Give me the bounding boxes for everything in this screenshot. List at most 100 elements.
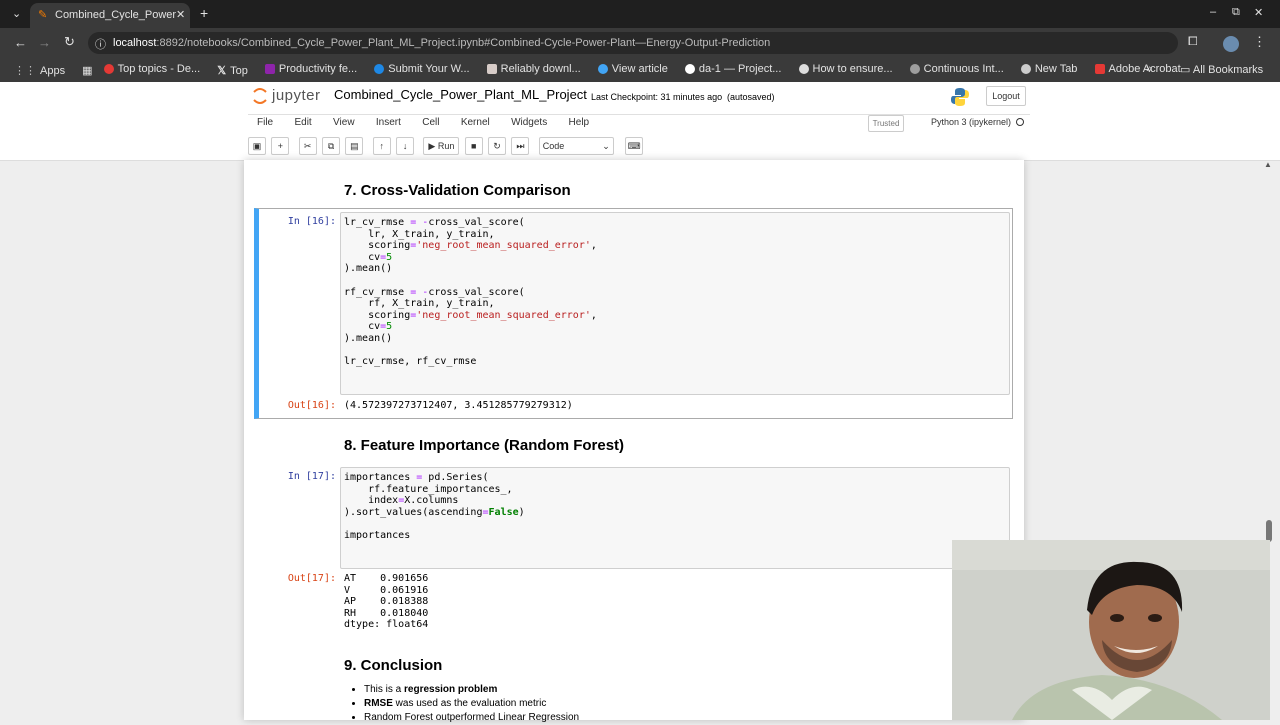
menu-cell[interactable]: Cell <box>422 114 439 132</box>
python-logo-icon <box>950 87 970 107</box>
acrobat-icon <box>1094 64 1105 74</box>
play-icon: ▶ <box>428 141 436 151</box>
bookmark-apps[interactable]: ⋮⋮ Apps <box>14 64 65 78</box>
kernel-name: Python 3 (ipykernel) <box>931 117 1012 127</box>
conclusion-list: This is a regression problem RMSE was us… <box>344 683 844 725</box>
bookmark-favicon-icon <box>684 64 695 74</box>
trusted-indicator[interactable]: Trusted <box>868 115 904 132</box>
notebook-name[interactable]: Combined_Cycle_Power_Plant_ML_Project <box>334 87 587 102</box>
bookmark-item[interactable]: New Tab <box>1020 63 1077 75</box>
x-logo-icon: 𝕏 <box>217 65 227 77</box>
bookmark-item[interactable]: Top topics - De... <box>103 63 200 75</box>
checkpoint-status: Last Checkpoint: 31 minutes ago <box>591 92 723 102</box>
code-editor[interactable]: lr_cv_rmse = -cross_val_score( lr, X_tra… <box>340 212 1010 395</box>
code-editor[interactable]: importances = pd.Series( rf.feature_impo… <box>340 467 1010 569</box>
menu-widgets[interactable]: Widgets <box>511 114 547 132</box>
heading-conclusion: 9. Conclusion <box>344 657 443 674</box>
site-info-icon[interactable]: ⓘ <box>95 36 106 52</box>
forward-icon[interactable]: → <box>38 35 51 50</box>
jupyter-logo-icon <box>252 86 268 104</box>
bookmark-item[interactable]: Productivity fe... <box>264 63 357 75</box>
bookmarks-bar: ⋮⋮ Apps ▦ Top topics - De... 𝕏 Top Product… <box>0 58 1280 82</box>
menu-help[interactable]: Help <box>569 114 590 132</box>
bookmark-favicon-icon <box>798 64 809 74</box>
notebook-page: 7. Cross-Validation Comparison In [16]: … <box>244 160 1024 723</box>
new-tab-icon[interactable]: + <box>200 5 208 21</box>
bookmark-favicon-icon <box>597 64 608 74</box>
save-icon[interactable]: ▣ <box>248 137 266 155</box>
scroll-up-icon[interactable]: ▲ <box>1264 160 1272 169</box>
browser-tab-bar: ⌄ ✎ Combined_Cycle_Power ✕ + – ⧉ ✕ <box>0 0 1280 28</box>
scrollbar-thumb[interactable] <box>1266 520 1272 542</box>
folder-icon: ▭ <box>1180 64 1191 76</box>
output-prompt: Out[17]: <box>287 573 336 584</box>
bookmark-item[interactable]: 𝕏 Top <box>217 64 248 78</box>
profile-avatar[interactable] <box>1223 36 1239 52</box>
presenter-video-image <box>952 540 1270 720</box>
bookmark-favicon-icon <box>486 64 497 74</box>
cell-output: (4.572397273712407, 3.451285779279312) <box>344 400 573 411</box>
all-bookmarks[interactable]: ▭ All Bookmarks <box>1180 63 1263 76</box>
logout-button[interactable]: Logout <box>986 86 1026 106</box>
back-icon[interactable]: ← <box>14 35 27 50</box>
restart-run-all-icon[interactable]: ⏭ <box>511 137 530 155</box>
url-text: localhost:8892/notebooks/Combined_Cycle_… <box>113 37 771 49</box>
menu-edit[interactable]: Edit <box>294 114 311 132</box>
extensions-icon[interactable]: ⧠ <box>1188 34 1198 49</box>
menu-insert[interactable]: Insert <box>376 114 401 132</box>
move-up-icon[interactable]: ↑ <box>372 137 391 155</box>
browser-tab[interactable]: ✎ Combined_Cycle_Power ✕ <box>30 3 190 28</box>
tab-groups-icon[interactable]: ▦ <box>82 64 92 77</box>
bookmark-item[interactable]: View article <box>597 63 668 75</box>
notebook-toolbar: ▣ + ✂ ⧉ ▤ ↑ ↓ ▶ Run ■ ↻ ⏭ Code ⌄ ⌨ <box>248 137 1030 157</box>
bookmark-item[interactable]: Reliably downl... <box>486 63 581 75</box>
command-palette-icon[interactable]: ⌨ <box>625 137 644 155</box>
move-down-icon[interactable]: ↓ <box>396 137 415 155</box>
cell-type-select[interactable]: Code ⌄ <box>538 137 614 155</box>
tab-list-icon[interactable]: ⌄ <box>12 7 21 20</box>
run-button[interactable]: ▶ Run <box>423 137 460 155</box>
menu-kernel[interactable]: Kernel <box>461 114 490 132</box>
menu-dots-icon[interactable]: ⋮ <box>1253 34 1266 50</box>
heading-feature-importance: 8. Feature Importance (Random Forest) <box>344 437 625 454</box>
interrupt-icon[interactable]: ■ <box>464 137 483 155</box>
autosave-status: (autosaved) <box>727 92 775 102</box>
github-icon <box>909 64 920 74</box>
bookmarks-list: ⋮⋮ Apps ▦ Top topics - De... 𝕏 Top Product… <box>14 63 1195 77</box>
list-item: Random Forest outperformed Linear Regres… <box>364 711 844 725</box>
jupyter-logo-text[interactable]: jupyter <box>272 87 321 104</box>
url-omnibox[interactable]: ⓘ localhost:8892/notebooks/Combined_Cycl… <box>88 32 1178 54</box>
close-tab-icon[interactable]: ✕ <box>176 8 185 21</box>
tab-title: Combined_Cycle_Power <box>55 9 177 21</box>
menu-file[interactable]: File <box>257 114 273 132</box>
bookmark-favicon-icon <box>103 64 114 74</box>
globe-icon <box>1020 64 1031 74</box>
bookmark-favicon-icon <box>264 64 275 74</box>
input-prompt: In [16]: <box>287 216 336 227</box>
paste-icon[interactable]: ▤ <box>345 137 364 155</box>
reload-icon[interactable]: ↻ <box>64 34 75 50</box>
bookmark-item[interactable]: Submit Your W... <box>374 63 470 75</box>
insert-cell-icon[interactable]: + <box>271 137 290 155</box>
bookmark-item[interactable]: How to ensure... <box>798 63 893 75</box>
copy-icon[interactable]: ⧉ <box>322 137 341 155</box>
chevron-down-icon: ⌄ <box>602 141 610 151</box>
list-item: This is a regression problem <box>364 683 844 697</box>
kernel-idle-icon <box>1016 118 1024 126</box>
input-prompt: In [17]: <box>287 471 336 482</box>
bookmark-item[interactable]: Continuous Int... <box>909 63 1004 75</box>
close-window-icon[interactable]: ✕ <box>1254 6 1263 19</box>
apps-grid-icon: ⋮⋮ <box>14 65 36 77</box>
bookmark-item[interactable]: da-1 — Project... <box>684 63 781 75</box>
more-bookmarks-icon[interactable]: » <box>1146 63 1152 75</box>
heading-cross-validation: 7. Cross-Validation Comparison <box>344 182 571 199</box>
bookmark-item[interactable]: Adobe Acrobat <box>1094 63 1181 75</box>
minimize-icon[interactable]: – <box>1210 6 1216 18</box>
restart-icon[interactable]: ↻ <box>488 137 507 155</box>
menu-view[interactable]: View <box>333 114 355 132</box>
output-prompt: Out[16]: <box>287 400 336 411</box>
webcam-overlay <box>952 540 1270 720</box>
maximize-icon[interactable]: ⧉ <box>1232 6 1240 19</box>
cut-icon[interactable]: ✂ <box>298 137 317 155</box>
notebook-menubar: File Edit View Insert Cell Kernel Widget… <box>248 114 1030 134</box>
